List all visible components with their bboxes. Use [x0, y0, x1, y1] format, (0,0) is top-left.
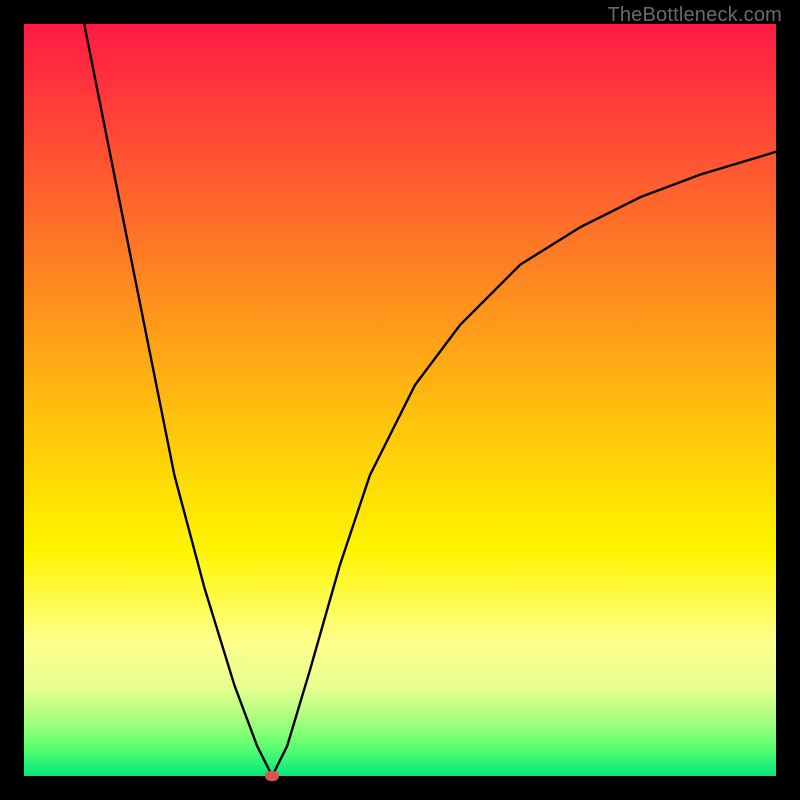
chart-frame: TheBottleneck.com — [0, 0, 800, 800]
curve-left-branch — [84, 24, 272, 776]
curve-right-branch — [272, 152, 776, 776]
plot-area — [24, 24, 776, 776]
watermark-text: TheBottleneck.com — [607, 4, 782, 27]
bottleneck-marker — [265, 771, 279, 781]
curve-layer — [24, 24, 776, 776]
